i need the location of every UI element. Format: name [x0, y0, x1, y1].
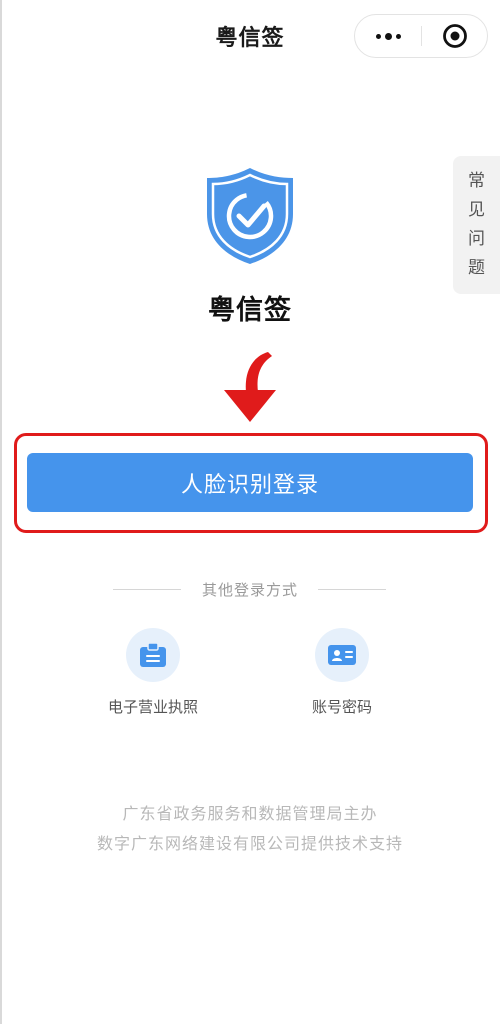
account-password-login[interactable]: 账号密码 [272, 628, 412, 717]
faq-tab[interactable]: 常 见 问 题 [453, 156, 500, 294]
shield-check-icon [207, 168, 293, 264]
business-license-login[interactable]: 电子营业执照 [83, 628, 223, 717]
face-recognition-login-button[interactable]: 人脸识别登录 [27, 453, 473, 512]
business-license-icon [126, 628, 180, 682]
account-card-icon [315, 628, 369, 682]
faq-char: 题 [468, 258, 485, 278]
mini-program-capsule [354, 14, 488, 58]
business-license-label: 电子营业执照 [107, 698, 198, 716]
faq-char: 见 [468, 200, 485, 220]
red-down-arrow-icon [224, 352, 276, 422]
faq-char: 常 [468, 171, 485, 191]
other-login-title: 其他登录方式 [201, 581, 298, 599]
record-target-icon[interactable] [422, 15, 488, 57]
more-dots-icon[interactable] [355, 15, 421, 57]
footer-sponsor: 广东省政务服务和数据管理局主办 [122, 804, 378, 823]
app-name: 粤信签 [208, 295, 292, 326]
faq-char: 问 [468, 229, 485, 249]
divider-right [318, 589, 386, 590]
footer-tech-support: 数字广东网络建设有限公司提供技术支持 [96, 834, 403, 853]
account-password-label: 账号密码 [311, 698, 372, 716]
left-border [0, 0, 2, 1024]
